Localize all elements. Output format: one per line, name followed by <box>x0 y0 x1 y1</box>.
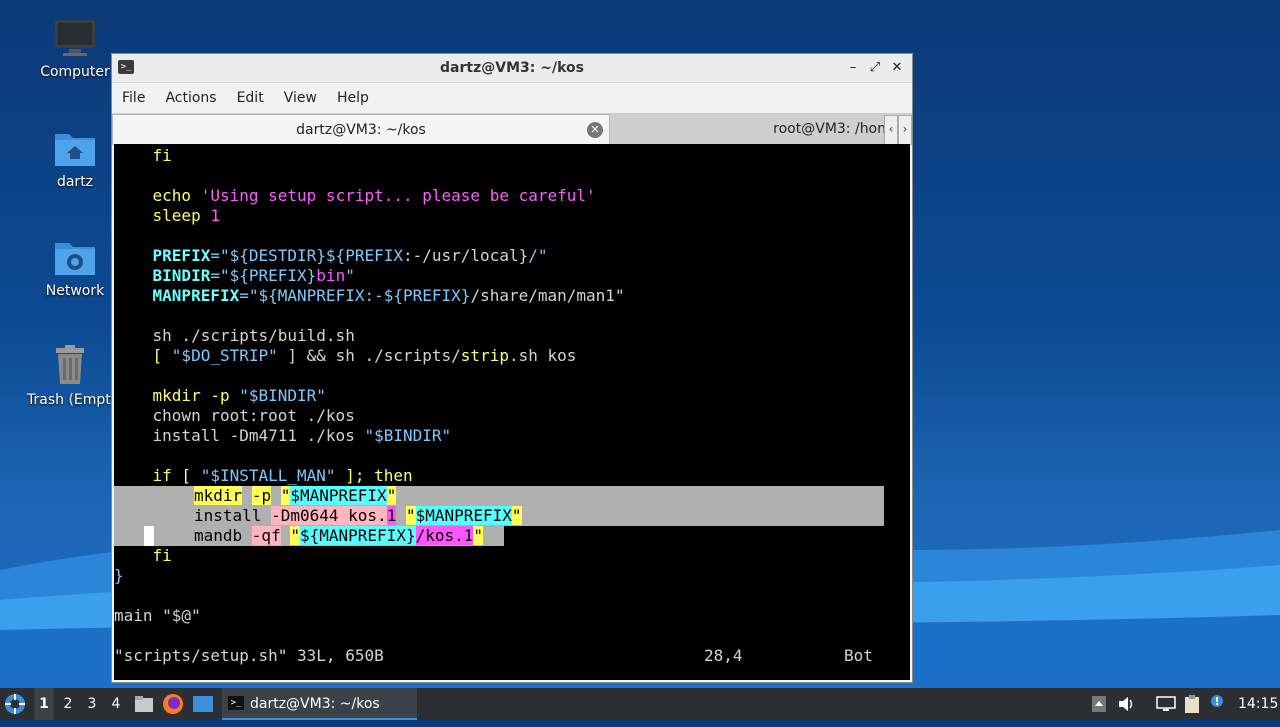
workspace-2[interactable]: 2 <box>58 688 78 720</box>
desktop-icon-label: Trash (Empty) <box>27 392 113 408</box>
desktop-icon-label: dartz <box>56 174 94 190</box>
tray-updates[interactable] <box>1210 688 1228 720</box>
computer-icon <box>55 20 95 56</box>
menu-help[interactable]: Help <box>327 90 379 106</box>
menu-bar: File Actions Edit View Help <box>112 83 912 113</box>
code-line: } <box>114 566 124 585</box>
menu-edit[interactable]: Edit <box>227 90 274 106</box>
start-menu-button[interactable] <box>4 688 28 720</box>
taskbar-window-button[interactable]: >_ dartz@VM3: ~/kos <box>222 688 417 720</box>
code-line: MANPREFIX="${MANPREFIX:-${PREFIX}/share/… <box>114 286 625 305</box>
code-line: sh ./scripts/build.sh <box>114 326 355 345</box>
volume-icon <box>1119 697 1133 711</box>
code-line: if [ "$INSTALL_MAN" ]; then <box>114 466 413 485</box>
maximize-button[interactable]: ⤢ <box>866 54 884 82</box>
vim-status-position: 28,4 <box>704 646 743 665</box>
workspace-3[interactable]: 3 <box>82 688 102 720</box>
code-line: chown root:root ./kos <box>114 406 355 425</box>
code-line: install -Dm4711 ./kos "$BINDIR" <box>114 426 452 445</box>
network-icon <box>1156 696 1176 711</box>
desktop-icon-trash[interactable]: Trash (Empty) <box>27 344 113 408</box>
show-desktop-launcher[interactable] <box>192 688 216 720</box>
tab-bar: dartz@VM3: ~/kos ✕ root@VM3: /hon ‹ › <box>112 113 912 145</box>
firefox-icon <box>163 694 183 714</box>
tab-dartz[interactable]: dartz@VM3: ~/kos ✕ <box>112 114 610 144</box>
code-line: mkdir -p "$BINDIR" <box>114 386 326 405</box>
desktop-icon-home[interactable]: dartz <box>27 128 123 190</box>
terminal-output[interactable]: fi echo 'Using setup script... please be… <box>114 144 910 680</box>
clock[interactable]: 14:15 <box>1238 688 1278 720</box>
menu-view[interactable]: View <box>274 90 327 106</box>
code-line: fi <box>114 146 172 165</box>
up-arrow-icon <box>1092 696 1106 712</box>
desktop-icon <box>193 696 213 712</box>
code-line: [ "$DO_STRIP" ] && sh ./scripts/strip.sh… <box>114 346 577 365</box>
workspace-4[interactable]: 4 <box>106 688 126 720</box>
tab-scroll-right-icon[interactable]: › <box>898 115 912 145</box>
update-icon <box>1211 695 1223 707</box>
window-title: dartz@VM3: ~/kos <box>440 60 584 76</box>
tab-root[interactable]: root@VM3: /hon <box>610 114 912 144</box>
vim-status-scroll: Bot <box>844 646 873 665</box>
vim-status-file: "scripts/setup.sh" 33L, 650B <box>114 646 384 665</box>
trash-icon <box>56 345 84 384</box>
app-menu-icon <box>5 694 25 714</box>
menu-file[interactable]: File <box>112 90 155 106</box>
home-folder-icon <box>55 134 95 166</box>
tray-clipboard[interactable] <box>1184 688 1204 720</box>
network-folder-icon <box>55 243 95 275</box>
menu-actions[interactable]: Actions <box>155 90 226 106</box>
window-titlebar[interactable]: >_ dartz@VM3: ~/kos – ⤢ ✕ <box>112 54 912 83</box>
tab-scroll-left-icon[interactable]: ‹ <box>884 115 898 145</box>
desktop-icon-label: Network <box>45 283 105 299</box>
code-line-selected: install -Dm0644 kos.1 "$MANPREFIX" <box>194 506 522 525</box>
desktop-icon-label: Computer <box>40 64 110 80</box>
tab-close-icon[interactable]: ✕ <box>587 122 603 138</box>
tray-up-arrow[interactable] <box>1092 688 1108 720</box>
code-line-selected: mkdir -p "$MANPREFIX" <box>194 486 397 505</box>
workspace-1[interactable]: 1 <box>34 688 54 720</box>
code-line: BINDIR="${PREFIX}bin" <box>114 266 355 285</box>
folder-icon <box>135 696 153 712</box>
minimize-button[interactable]: – <box>844 54 862 82</box>
taskbar-window-label: dartz@VM3: ~/kos <box>250 696 380 712</box>
code-line: sleep 1 <box>114 206 220 225</box>
firefox-launcher[interactable] <box>162 688 186 720</box>
taskbar: 1 2 3 4 >_ dartz@VM3: ~/kos 14:15 <box>0 688 1280 720</box>
terminal-cursor <box>144 526 154 546</box>
code-line: echo 'Using setup script... please be ca… <box>114 186 596 205</box>
tab-label: dartz@VM3: ~/kos <box>296 122 426 138</box>
tray-volume[interactable] <box>1118 688 1138 720</box>
tab-label: root@VM3: /hon <box>773 121 886 137</box>
desktop-icon-computer[interactable]: Computer <box>27 18 123 80</box>
tray-network[interactable] <box>1156 688 1176 720</box>
terminal-window[interactable]: >_ dartz@VM3: ~/kos – ⤢ ✕ File Actions E… <box>111 53 913 683</box>
clipboard-icon <box>1185 695 1199 713</box>
terminal-icon: >_ <box>228 696 244 710</box>
file-manager-launcher[interactable] <box>134 688 156 720</box>
code-line: fi <box>114 546 172 565</box>
desktop-icon-network[interactable]: Network <box>27 237 123 299</box>
code-line-selected: mandb -qf "${MANPREFIX}/kos.1" <box>194 526 484 545</box>
code-line: PREFIX="${DESTDIR}${PREFIX:-/usr/local}/… <box>114 246 548 265</box>
code-line: main "$@" <box>114 606 201 625</box>
close-button[interactable]: ✕ <box>888 54 906 82</box>
